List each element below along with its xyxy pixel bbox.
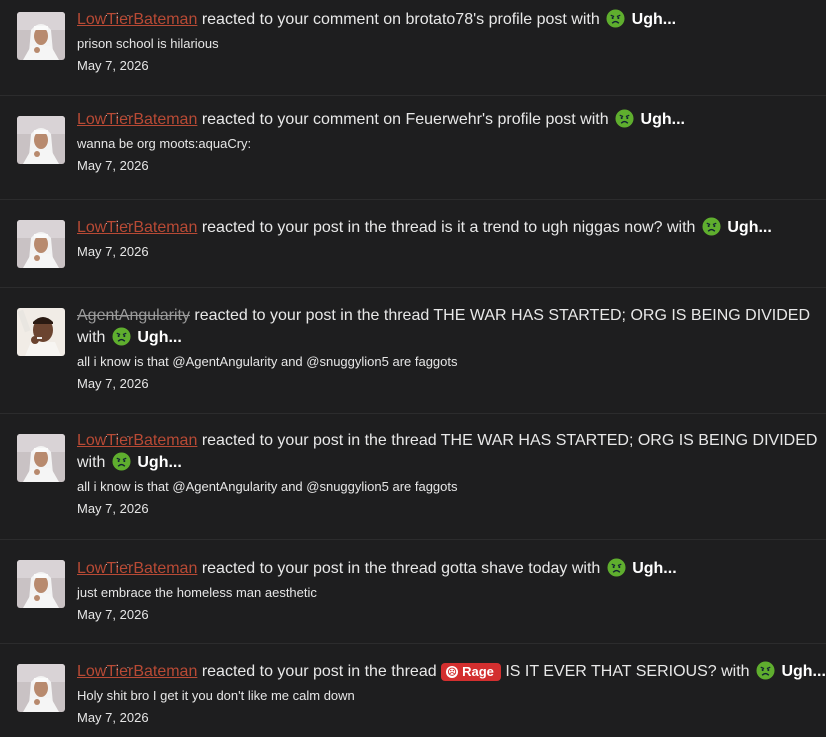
action-text: reacted to your comment on — [201, 11, 402, 28]
action-text: reacted to your post in the thread — [201, 432, 437, 449]
content-link[interactable]: brotato78's profile post with — [405, 11, 599, 28]
notification-item[interactable]: AgentAngularity reacted to your post in … — [0, 288, 826, 414]
angry-face-icon — [112, 452, 131, 471]
reaction-label: Ugh... — [137, 454, 182, 471]
reaction-label: Ugh... — [781, 663, 826, 680]
timestamp[interactable]: May 7, 2026 — [77, 243, 826, 261]
avatar-image — [17, 434, 65, 482]
reaction-label: Ugh... — [640, 111, 685, 128]
avatar[interactable] — [17, 664, 65, 712]
avatar-image — [17, 308, 65, 356]
avatar[interactable] — [17, 12, 65, 60]
comment-snippet: all i know is that @AgentAngularity and … — [77, 479, 458, 494]
angry-face-icon — [615, 109, 634, 128]
username-link[interactable]: ·:· LowTierBateman — [77, 110, 197, 128]
notification-item[interactable]: ·:· LowTierBateman reacted to your commen… — [0, 96, 826, 200]
notification-text: AgentAngularity reacted to your post in … — [77, 305, 826, 349]
reaction-label: Ugh... — [137, 329, 182, 346]
sparkle-icon: ·:· — [105, 110, 138, 120]
comment-snippet: all i know is that @AgentAngularity and … — [77, 354, 458, 369]
notification-item[interactable]: ·:· LowTierBateman reacted to your post i… — [0, 644, 826, 737]
action-text: reacted to your post in the thread — [201, 663, 437, 680]
action-text: reacted to your comment on — [201, 111, 402, 128]
thread-link[interactable]: IS IT EVER THAT SERIOUS? with — [505, 663, 749, 680]
avatar[interactable] — [17, 116, 65, 164]
notification-text: ·:· LowTierBateman reacted to your commen… — [77, 109, 826, 131]
avatar[interactable] — [17, 560, 65, 608]
notification-text: ·:· LowTierBateman reacted to your post i… — [77, 217, 826, 239]
timestamp[interactable]: May 7, 2026 — [77, 375, 826, 393]
sparkle-icon: ·:· — [105, 218, 138, 228]
timestamp[interactable]: May 7, 2026 — [77, 57, 826, 75]
avatar[interactable] — [17, 434, 65, 482]
comment-snippet: prison school is hilarious — [77, 36, 219, 51]
content-link[interactable]: Feuerwehr's profile post with — [405, 111, 608, 128]
username-link[interactable]: AgentAngularity — [77, 307, 190, 324]
action-text: reacted to your post in the thread — [194, 307, 430, 324]
reaction-label: Ugh... — [631, 11, 677, 28]
comment-snippet: just embrace the homeless man aesthetic — [77, 585, 317, 600]
timestamp[interactable]: May 7, 2026 — [77, 500, 826, 518]
comment-snippet: wanna be org moots:aquaCry: — [77, 136, 252, 151]
thread-prefix-badge[interactable]: ☹ Rage — [441, 663, 501, 681]
timestamp[interactable]: May 7, 2026 — [77, 709, 826, 727]
thread-link[interactable]: gotta shave today with — [441, 560, 600, 577]
angry-face-icon — [702, 217, 721, 236]
avatar[interactable] — [17, 308, 65, 356]
action-text: reacted to your post in the thread — [201, 560, 437, 577]
angry-face-icon — [606, 9, 625, 28]
angry-face-icon — [607, 558, 626, 577]
avatar-image — [17, 664, 65, 712]
username-link[interactable]: ·:· LowTierBateman — [77, 10, 197, 28]
notification-list: ·:· LowTierBateman reacted to your commen… — [0, 0, 826, 737]
sparkle-icon: ·:· — [105, 662, 138, 672]
avatar-image — [17, 560, 65, 608]
thread-link[interactable]: is it a trend to ugh niggas now? with — [441, 219, 695, 236]
action-text: reacted to your post in the thread — [201, 219, 437, 236]
avatar[interactable] — [17, 220, 65, 268]
sparkle-icon: ·:· — [105, 10, 138, 20]
username-link[interactable]: ·:· LowTierBateman — [77, 431, 197, 449]
rage-face-icon: ☹ — [446, 666, 459, 678]
username-link[interactable]: ·:· LowTierBateman — [77, 218, 197, 236]
prefix-label: Rage — [462, 664, 494, 679]
username-link[interactable]: ·:· LowTierBateman — [77, 559, 197, 577]
angry-face-icon — [112, 327, 131, 346]
notification-text: ·:· LowTierBateman reacted to your post i… — [77, 558, 826, 580]
username-link[interactable]: ·:· LowTierBateman — [77, 662, 197, 680]
timestamp[interactable]: May 7, 2026 — [77, 606, 826, 624]
reaction-label: Ugh... — [632, 560, 677, 577]
angry-face-icon — [756, 661, 775, 680]
notification-text: ·:· LowTierBateman reacted to your post i… — [77, 430, 826, 474]
notification-item[interactable]: ·:· LowTierBateman reacted to your post i… — [0, 200, 826, 288]
sparkle-icon: ·:· — [105, 559, 138, 569]
comment-snippet: Holy shit bro I get it you don't like me… — [77, 688, 355, 703]
avatar-image — [17, 220, 65, 268]
notification-text: ·:· LowTierBateman reacted to your commen… — [77, 9, 826, 31]
notification-item[interactable]: ·:· LowTierBateman reacted to your post i… — [0, 414, 826, 540]
avatar-image — [17, 116, 65, 164]
notification-item[interactable]: ·:· LowTierBateman reacted to your commen… — [0, 0, 826, 96]
notification-item[interactable]: ·:· LowTierBateman reacted to your post i… — [0, 540, 826, 644]
notification-text: ·:· LowTierBateman reacted to your post i… — [77, 661, 826, 683]
sparkle-icon: ·:· — [105, 431, 138, 441]
timestamp[interactable]: May 7, 2026 — [77, 157, 826, 175]
avatar-image — [17, 12, 65, 60]
reaction-label: Ugh... — [727, 219, 772, 236]
